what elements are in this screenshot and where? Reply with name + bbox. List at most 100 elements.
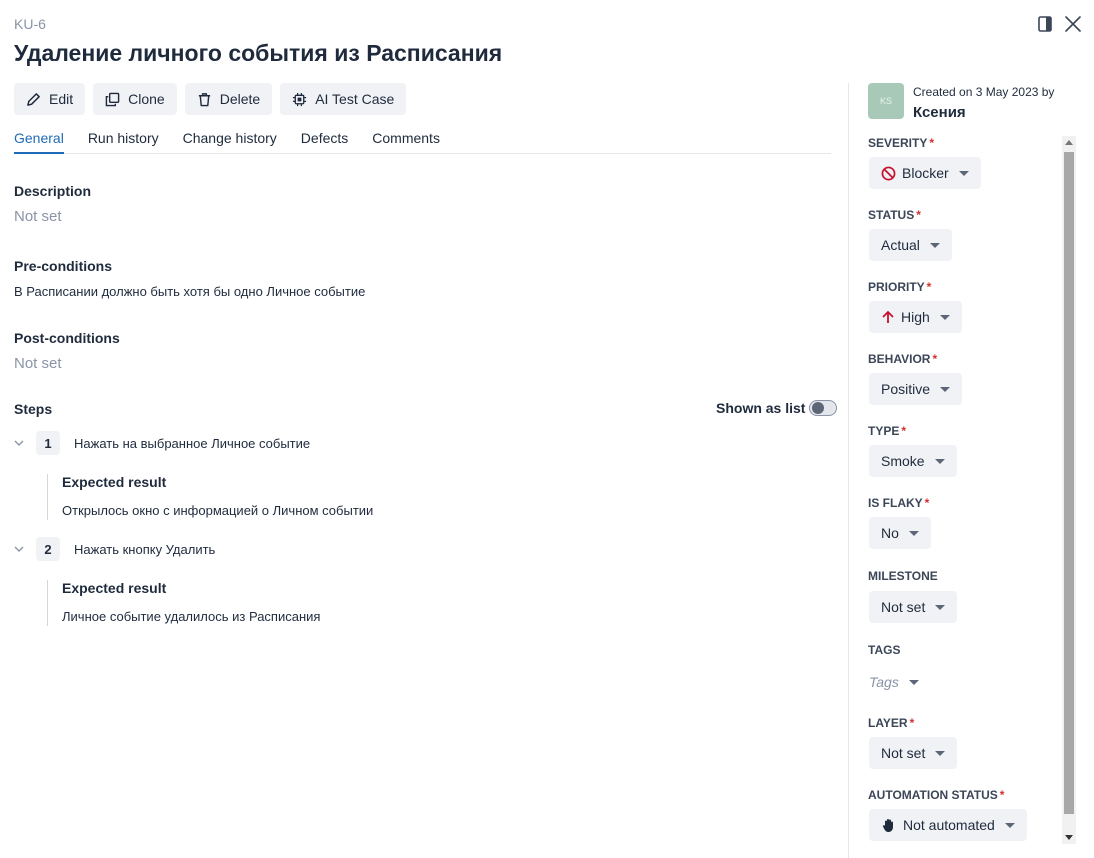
severity-value: Blocker bbox=[902, 165, 949, 181]
is-flaky-value: No bbox=[881, 525, 899, 541]
caret-down-icon bbox=[934, 458, 945, 464]
status-label: STATUS * bbox=[868, 208, 921, 222]
clone-button[interactable]: Clone bbox=[93, 83, 177, 115]
blocker-icon bbox=[881, 166, 896, 180]
toolbar: Edit Clone Delete AI Test Case bbox=[14, 83, 407, 115]
type-select[interactable]: Smoke bbox=[869, 445, 957, 477]
milestone-value: Not set bbox=[881, 599, 926, 615]
is-flaky-label: IS FLAKY * bbox=[868, 496, 930, 510]
step-number: 2 bbox=[36, 537, 60, 561]
delete-button-label: Delete bbox=[219, 91, 261, 107]
created-info: Created on 3 May 2023 by bbox=[913, 85, 1055, 99]
preconditions-value[interactable]: В Расписании должно быть хотя бы одно Ли… bbox=[14, 284, 365, 299]
toggle-knob bbox=[812, 402, 825, 414]
arrow-up-icon bbox=[882, 310, 894, 323]
ai-test-case-button[interactable]: AI Test Case bbox=[280, 83, 407, 115]
step-text[interactable]: Нажать на выбранное Личное событие bbox=[74, 436, 310, 451]
expected-result: Expected result Открылось окно с информа… bbox=[47, 474, 373, 520]
expected-result-label: Expected result bbox=[62, 474, 167, 490]
automation-status-select[interactable]: Not automated bbox=[869, 809, 1027, 841]
ai-test-case-label: AI Test Case bbox=[315, 91, 395, 107]
clone-button-label: Clone bbox=[128, 91, 165, 107]
caret-down-icon bbox=[929, 242, 940, 248]
caret-down-icon bbox=[958, 170, 969, 176]
tags-value: Tags bbox=[869, 674, 899, 690]
case-id: KU-6 bbox=[14, 16, 46, 32]
steps-label: Steps bbox=[14, 401, 53, 417]
caret-down-icon bbox=[908, 530, 919, 536]
trash-icon bbox=[198, 92, 210, 106]
edit-button-label: Edit bbox=[49, 91, 74, 107]
step-text[interactable]: Нажать кнопку Удалить bbox=[74, 542, 215, 557]
scroll-up-icon[interactable] bbox=[1065, 140, 1073, 145]
expected-result: Expected result Личное событие удалилось… bbox=[47, 580, 320, 626]
edit-button[interactable]: Edit bbox=[14, 83, 86, 115]
is-flaky-select[interactable]: No bbox=[869, 517, 931, 549]
status-select[interactable]: Actual bbox=[869, 229, 952, 261]
step-item: 2 Нажать кнопку Удалить bbox=[14, 536, 831, 562]
panel-toggle-icon[interactable] bbox=[1036, 14, 1054, 34]
behavior-select[interactable]: Positive bbox=[869, 373, 963, 405]
window-controls bbox=[1036, 14, 1082, 34]
step-number: 1 bbox=[36, 431, 60, 455]
milestone-label: MILESTONE bbox=[868, 569, 938, 583]
severity-select[interactable]: Blocker bbox=[869, 157, 981, 189]
tab-bar: General Run history Change history Defec… bbox=[14, 130, 831, 154]
tab-comments[interactable]: Comments bbox=[372, 130, 440, 154]
delete-button[interactable]: Delete bbox=[184, 83, 273, 115]
layer-label: LAYER * bbox=[868, 716, 915, 730]
tab-general[interactable]: General bbox=[14, 130, 64, 154]
expected-result-text[interactable]: Личное событие удалилось из Расписания bbox=[62, 609, 320, 624]
tags-label: TAGS bbox=[868, 643, 901, 657]
close-icon[interactable] bbox=[1064, 14, 1082, 34]
hand-icon bbox=[882, 819, 893, 832]
type-value: Smoke bbox=[881, 453, 925, 469]
tags-select[interactable]: Tags bbox=[869, 666, 931, 698]
author-name: Ксения bbox=[913, 104, 966, 121]
description-value[interactable]: Not set bbox=[14, 208, 62, 225]
chip-icon bbox=[293, 92, 307, 106]
shown-as-list-toggle[interactable] bbox=[809, 400, 838, 416]
caret-down-icon bbox=[935, 750, 946, 756]
postconditions-value[interactable]: Not set bbox=[14, 355, 62, 372]
page-title: Удаление личного события из Расписания bbox=[14, 40, 503, 66]
priority-value: High bbox=[901, 309, 930, 325]
shown-as-list-control[interactable]: Shown as list bbox=[716, 400, 838, 416]
caret-down-icon bbox=[940, 386, 951, 392]
priority-label: PRIORITY * bbox=[868, 280, 932, 294]
tab-defects[interactable]: Defects bbox=[301, 130, 348, 154]
priority-select[interactable]: High bbox=[869, 301, 962, 333]
layer-value: Not set bbox=[881, 745, 926, 761]
chevron-down-icon[interactable] bbox=[14, 437, 26, 449]
sidebar-scrollbar[interactable] bbox=[1062, 136, 1076, 844]
automation-status-label: AUTOMATION STATUS * bbox=[868, 788, 1005, 802]
preconditions-label: Pre-conditions bbox=[14, 258, 113, 274]
behavior-label: BEHAVIOR * bbox=[868, 352, 938, 366]
panel-divider bbox=[848, 83, 849, 858]
type-label: TYPE * bbox=[868, 424, 907, 438]
scroll-down-icon[interactable] bbox=[1065, 835, 1073, 840]
step-item: 1 Нажать на выбранное Личное событие bbox=[14, 430, 831, 456]
postconditions-label: Post-conditions bbox=[14, 330, 120, 346]
tab-change-history[interactable]: Change history bbox=[183, 130, 277, 154]
milestone-select[interactable]: Not set bbox=[869, 591, 958, 623]
clone-icon bbox=[105, 92, 120, 106]
behavior-value: Positive bbox=[881, 381, 931, 397]
avatar: KS bbox=[868, 83, 904, 119]
shown-as-list-label: Shown as list bbox=[716, 400, 806, 416]
caret-down-icon bbox=[935, 604, 946, 610]
chevron-down-icon[interactable] bbox=[14, 543, 26, 555]
tab-run-history[interactable]: Run history bbox=[88, 130, 159, 154]
pencil-icon bbox=[27, 92, 40, 106]
expected-result-text[interactable]: Открылось окно с информацией о Личном со… bbox=[62, 503, 373, 518]
caret-down-icon bbox=[939, 314, 950, 320]
layer-select[interactable]: Not set bbox=[869, 737, 958, 769]
severity-label: SEVERITY * bbox=[868, 136, 935, 150]
expected-result-label: Expected result bbox=[62, 580, 167, 596]
description-label: Description bbox=[14, 183, 92, 199]
scrollbar-thumb[interactable] bbox=[1064, 152, 1074, 814]
status-value: Actual bbox=[881, 237, 920, 253]
caret-down-icon bbox=[908, 679, 919, 685]
automation-status-value: Not automated bbox=[903, 817, 995, 833]
caret-down-icon bbox=[1004, 822, 1015, 828]
